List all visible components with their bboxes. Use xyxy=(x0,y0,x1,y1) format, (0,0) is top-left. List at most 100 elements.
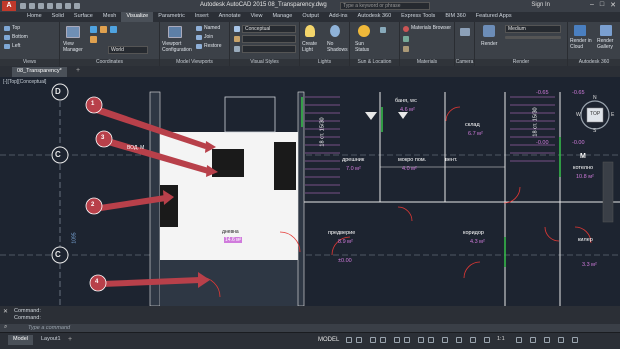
named-button[interactable]: Named xyxy=(204,25,220,31)
ucs-icon-3[interactable] xyxy=(110,26,117,33)
ribbon-tab-autodesk-360[interactable]: Autodesk 360 xyxy=(353,12,397,22)
transparency-icon[interactable] xyxy=(428,337,434,343)
ribbon-tab-output[interactable]: Output xyxy=(297,12,324,22)
ribbon-tab-add-ins[interactable]: Add-ins xyxy=(324,12,353,22)
clean-screen-icon[interactable] xyxy=(558,337,564,343)
autoscale-icon[interactable] xyxy=(470,337,476,343)
autocad-logo-icon[interactable]: A xyxy=(2,1,16,11)
save-icon[interactable] xyxy=(38,3,44,9)
attach-material-icon[interactable] xyxy=(403,46,409,52)
command-close-icon[interactable]: ✕ xyxy=(3,308,8,315)
grid-toggle-icon[interactable] xyxy=(346,337,352,343)
minimize-icon[interactable]: – xyxy=(590,1,594,9)
ribbon-tab-solid[interactable]: Solid xyxy=(47,12,69,22)
command-input[interactable]: ⌕ Type a command xyxy=(0,324,620,332)
model-space-toggle[interactable]: MODEL xyxy=(318,337,339,343)
sky-icon[interactable] xyxy=(380,27,386,33)
ribbon-tab-surface[interactable]: Surface xyxy=(69,12,98,22)
compass-south[interactable]: S xyxy=(593,128,596,134)
sun-status-label[interactable]: Sun Status xyxy=(355,41,369,53)
sign-in-button[interactable]: Sign In xyxy=(531,2,550,8)
ucs-icon-4[interactable] xyxy=(90,36,97,43)
ribbon-tab-mesh[interactable]: Mesh xyxy=(98,12,121,22)
open-icon[interactable] xyxy=(29,3,35,9)
ribbon-tab-visualize[interactable]: Visualize xyxy=(121,12,154,22)
ribbon-tab-featured-apps[interactable]: Featured Apps xyxy=(471,12,517,22)
edge-combo[interactable] xyxy=(242,35,296,43)
hardware-acceleration-icon[interactable] xyxy=(544,337,550,343)
tab-layout1[interactable]: Layout1 xyxy=(36,335,66,345)
annotation-scale-icon[interactable] xyxy=(484,337,490,343)
undo-icon[interactable] xyxy=(65,3,71,9)
no-shadows-icon[interactable] xyxy=(330,25,340,37)
render-teapot-icon[interactable] xyxy=(483,25,495,37)
visual-style-combo[interactable]: Conceptual xyxy=(242,25,296,33)
tab-model[interactable]: Model xyxy=(8,335,33,345)
render-button[interactable]: Render xyxy=(481,41,497,47)
search-input[interactable]: Type a keyword or phrase xyxy=(340,2,430,10)
viewcube-top-label[interactable]: TOP xyxy=(590,111,600,117)
shadow-icon[interactable] xyxy=(234,46,240,52)
redo-icon[interactable] xyxy=(74,3,80,9)
maximize-icon[interactable]: □ xyxy=(600,1,604,9)
compass-north[interactable]: N xyxy=(593,95,597,101)
view-bottom[interactable]: Bottom xyxy=(12,34,28,40)
snap-toggle-icon[interactable] xyxy=(356,337,362,343)
new-tab-icon[interactable]: + xyxy=(76,67,80,74)
shadow-combo[interactable] xyxy=(242,45,296,53)
ribbon-tab-home[interactable]: Home xyxy=(22,12,47,22)
workspace-gear-icon[interactable] xyxy=(516,337,522,343)
view-manager-icon[interactable] xyxy=(66,26,80,38)
restore-button[interactable]: Restore xyxy=(204,43,222,49)
annotation-scale[interactable]: 1:1 xyxy=(497,336,505,342)
render-preset-combo[interactable]: Medium xyxy=(505,25,561,33)
ribbon-tab-express-tools[interactable]: Express Tools xyxy=(396,12,440,22)
camera-icon[interactable] xyxy=(460,28,470,36)
render-gallery-icon[interactable] xyxy=(600,25,612,36)
render-gallery-label[interactable]: Render Gallery xyxy=(597,38,613,50)
ucs-icon-2[interactable] xyxy=(100,26,107,33)
view-top[interactable]: Top xyxy=(12,25,20,31)
viewport-config-label[interactable]: Viewport Configuration xyxy=(162,41,192,53)
view-manager-label[interactable]: View Manager xyxy=(63,41,83,53)
compass-west[interactable]: W xyxy=(576,112,581,118)
ribbon-tab-view[interactable]: View xyxy=(246,12,268,22)
annotation-visibility-icon[interactable] xyxy=(456,337,462,343)
ribbon-tab-bim-360[interactable]: BIM 360 xyxy=(440,12,470,22)
polar-toggle-icon[interactable] xyxy=(380,337,386,343)
create-light-label[interactable]: Create Light xyxy=(302,41,317,53)
osnap-toggle-icon[interactable] xyxy=(404,337,410,343)
isolate-objects-icon[interactable] xyxy=(530,337,536,343)
ribbon-tab-manage[interactable]: Manage xyxy=(267,12,297,22)
join-button[interactable]: Join xyxy=(204,34,213,40)
add-layout-icon[interactable]: + xyxy=(68,336,72,343)
close-icon[interactable]: ✕ xyxy=(610,1,616,9)
compass-east[interactable]: E xyxy=(611,112,614,118)
ribbon-tab-parametric[interactable]: Parametric xyxy=(153,12,190,22)
ribbon-tab-annotate[interactable]: Annotate xyxy=(214,12,246,22)
lineweight-icon[interactable] xyxy=(418,337,424,343)
drawing-viewport[interactable]: [-][Top][Conceptual] D C C 1 3 2 4 дневн… xyxy=(0,77,620,306)
command-customize-icon[interactable]: ⌕ xyxy=(4,324,7,331)
plot-icon[interactable] xyxy=(56,3,62,9)
material-mapping-icon[interactable] xyxy=(403,36,409,42)
create-light-icon[interactable] xyxy=(305,25,315,37)
save-as-icon[interactable] xyxy=(47,3,53,9)
sun-icon[interactable] xyxy=(358,25,370,37)
new-icon[interactable] xyxy=(20,3,26,9)
render-cloud-icon[interactable] xyxy=(574,25,586,36)
isodraft-icon[interactable] xyxy=(394,337,400,343)
ucs-icon[interactable] xyxy=(90,26,97,33)
ribbon-tab-insert[interactable]: Insert xyxy=(190,12,214,22)
materials-browser-button[interactable]: Materials Browser xyxy=(411,25,451,31)
ucs-combo[interactable]: World xyxy=(108,46,148,54)
render-cloud-label[interactable]: Render in Cloud xyxy=(570,38,592,50)
ortho-toggle-icon[interactable] xyxy=(370,337,376,343)
selection-cycling-icon[interactable] xyxy=(442,337,448,343)
customization-icon[interactable] xyxy=(572,337,578,343)
file-tab-transparency[interactable]: 08_Transparency* xyxy=(12,67,67,77)
no-shadows-label[interactable]: No Shadows xyxy=(327,41,348,53)
render-quality-slider[interactable] xyxy=(505,36,561,39)
viewport-config-icon[interactable] xyxy=(168,26,182,38)
view-left[interactable]: Left xyxy=(12,43,20,49)
